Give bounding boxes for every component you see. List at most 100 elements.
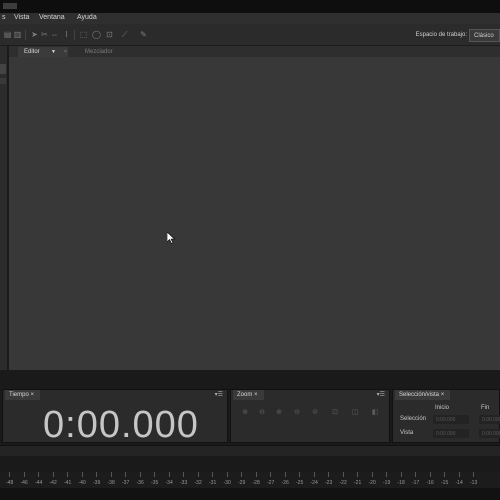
ruler-tick [386, 472, 387, 477]
zoom-in-time-icon[interactable]: ⊕ [273, 408, 285, 418]
ruler-label: -17 [412, 480, 420, 486]
ruler-tick [400, 472, 402, 477]
ruler-tick [284, 472, 286, 477]
editor-panel: Editor ▼ × Mezclador [9, 46, 500, 370]
panel-expand-button[interactable] [0, 64, 6, 74]
ruler-label: -32 [194, 480, 202, 486]
heal-brush-icon[interactable]: ✎ [139, 31, 148, 39]
time-display: 0:00.000 [43, 404, 199, 446]
ruler-label: -22 [339, 480, 347, 486]
zoom-panel-tab[interactable]: Zoom × [233, 390, 264, 400]
ruler-tick [52, 472, 54, 477]
menu-item-archivo[interactable]: s [2, 14, 6, 21]
ruler-label: -13 [470, 480, 478, 486]
brush-icon[interactable]: ⊡ [105, 31, 114, 39]
ruler-label: -23 [325, 480, 333, 486]
time-selection-icon[interactable]: I [62, 31, 71, 39]
menu-item-ayuda[interactable]: Ayuda [77, 14, 97, 21]
spectral-tool-icon[interactable]: ▥ [13, 31, 22, 39]
menu-bar: s Vista Ventana Ayuda [0, 13, 500, 24]
level-meter-track [0, 488, 500, 500]
ruler-label: -44 [35, 480, 43, 486]
ruler-tick [154, 472, 155, 477]
col-inicio: Inicio [435, 405, 450, 411]
panel-menu-icon[interactable]: ▾☰ [215, 391, 223, 398]
zoom-panel-title: Zoom [237, 392, 253, 398]
ruler-label: -33 [180, 480, 188, 486]
menu-item-ventana[interactable]: Ventana [39, 14, 65, 21]
tab-editor[interactable]: Editor ▼ × [18, 47, 68, 57]
ruler-label: -34 [165, 480, 173, 486]
ruler-tick [110, 472, 112, 477]
chevron-down-icon[interactable]: ▼ [51, 49, 56, 55]
panel-menu-icon[interactable]: ▾☰ [377, 391, 385, 398]
tab-editor-label: Editor [24, 49, 40, 55]
ruler-tick [328, 472, 329, 477]
ruler-label: -25 [296, 480, 304, 486]
ruler-label: -37 [122, 480, 130, 486]
ruler-label: -42 [49, 480, 57, 486]
workspace-select[interactable]: Clásico [469, 29, 500, 42]
ruler-label: -24 [310, 480, 318, 486]
slip-tool-icon[interactable]: ⇔ [50, 31, 59, 39]
ruler-tick [96, 472, 97, 477]
ruler-label: -21 [354, 480, 362, 486]
ruler-label: -30 [223, 480, 231, 486]
ruler-tick [9, 472, 10, 477]
ruler-tick [67, 472, 68, 477]
files-panel-collapsed [0, 46, 8, 370]
row-seleccion: Selección [400, 416, 427, 422]
ruler-label: -19 [383, 480, 391, 486]
tab-mezclador-label: Mezclador [85, 49, 113, 55]
toolbar: ▤ ▥ ➤ ✂ ⇔ I ⬚ ◯ ⊡ ⟋ ✎ Espacio de trabajo… [0, 24, 500, 46]
ruler-tick [342, 472, 344, 477]
menu-item-vista[interactable]: Vista [14, 14, 29, 21]
workspace-label: Espacio de trabajo: [415, 32, 467, 38]
razor-tool-icon[interactable]: ✂ [40, 31, 49, 39]
spot-heal-icon[interactable]: ⟋ [120, 31, 129, 39]
ruler-tick [212, 472, 213, 477]
zoom-selection-icon[interactable]: ⊡ [329, 408, 341, 418]
ruler-tick [371, 472, 373, 477]
time-panel-title: Tiempo [9, 392, 29, 398]
view-start-field[interactable]: 0:00.000 [433, 429, 469, 438]
toolbar-separator [74, 30, 75, 40]
selection-start-field[interactable]: 0:00.000 [433, 415, 469, 424]
selection-panel-title: Selección/vista [399, 392, 440, 398]
zoom-in-amplitude-icon[interactable]: ⊕ [239, 408, 251, 418]
zoom-out-time-icon[interactable]: ⊖ [291, 408, 303, 418]
move-tool-icon[interactable]: ➤ [30, 31, 39, 39]
panel-menu-button[interactable] [0, 78, 6, 84]
zoom-left-edge-icon[interactable]: ◫ [349, 408, 361, 418]
zoom-right-edge-icon[interactable]: ◧ [369, 408, 381, 418]
marquee-icon[interactable]: ⬚ [79, 31, 88, 39]
ruler-label: -14 [455, 480, 463, 486]
ruler-label: -46 [20, 480, 28, 486]
zoom-out-full-icon[interactable]: ⊘ [309, 408, 321, 418]
zoom-out-amplitude-icon[interactable]: ⊖ [256, 408, 268, 418]
tab-mezclador[interactable]: Mezclador [79, 47, 125, 57]
ruler-tick [415, 472, 416, 477]
time-panel-tab[interactable]: Tiempo × [5, 390, 40, 400]
selection-end-field[interactable]: 0:00.000 [479, 415, 500, 424]
selection-panel-tab[interactable]: Selección/vista × [395, 390, 451, 400]
col-fin: Fin [481, 405, 490, 411]
zoom-panel: Zoom × ▾☰ ⊕ ⊖ ⊕ ⊖ ⊘ ⊡ ◫ ◧ [230, 389, 390, 443]
ruler-tick [429, 472, 431, 477]
waveform-tool-icon[interactable]: ▤ [3, 31, 12, 39]
ruler-tick [168, 472, 170, 477]
ruler-tick [81, 472, 83, 477]
close-icon[interactable]: × [64, 49, 67, 55]
ruler-label: -35 [151, 480, 159, 486]
lasso-icon[interactable]: ◯ [92, 31, 101, 39]
ruler-tick [255, 472, 257, 477]
ruler-label: -36 [136, 480, 144, 486]
selection-view-panel: Selección/vista × Inicio Fin Selección V… [392, 389, 500, 443]
view-end-field[interactable]: 0:00.000 [479, 429, 500, 438]
toolbar-separator [25, 30, 26, 40]
ruler-label: -38 [107, 480, 115, 486]
ruler-tick [183, 472, 184, 477]
ruler-tick [38, 472, 39, 477]
ruler-label: -48 [6, 480, 14, 486]
ruler-tick [458, 472, 460, 477]
